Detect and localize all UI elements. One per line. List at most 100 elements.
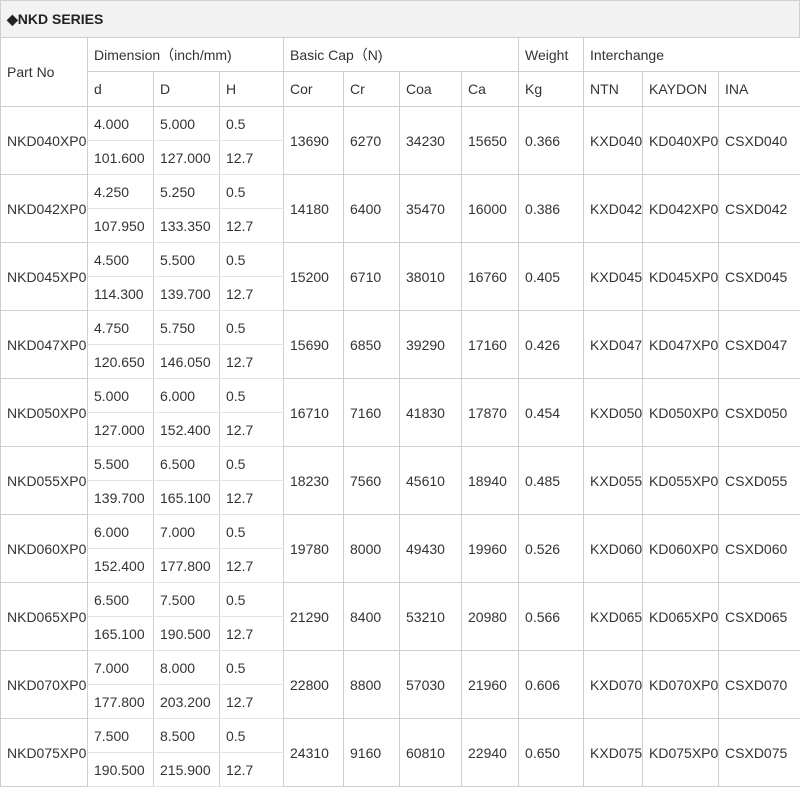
table-row: NKD040XP0 4.000 5.000 0.5 13690 6270 34230 1565…	[0, 106, 800, 175]
cor-cell: 19780	[283, 514, 344, 583]
table-row: NKD055XP0 5.500 6.500 0.5 18230 7560 45610 1894…	[0, 446, 800, 515]
cr-cell: 8000	[343, 514, 400, 583]
header-ina: INA	[718, 71, 800, 107]
table-row: NKD042XP0 4.250 5.250 0.5 14180 6400 35470 1600…	[0, 174, 800, 243]
d-inch-cell: 4.750	[87, 310, 154, 345]
series-title: ◆NKD SERIES	[0, 0, 800, 37]
D-inch-cell: 8.000	[153, 650, 220, 685]
ina-cell: CSXD042	[718, 174, 800, 243]
coa-cell: 49430	[399, 514, 462, 583]
header-ntn: NTN	[583, 71, 644, 107]
ntn-cell: KXD065	[583, 582, 644, 651]
kaydon-cell: KD060XP0	[642, 514, 720, 583]
ntn-cell: KXD042	[583, 174, 644, 243]
kaydon-cell: KD042XP0	[642, 174, 720, 243]
ina-cell: CSXD060	[718, 514, 800, 583]
d-mm-cell: 152.400	[87, 548, 154, 583]
coa-cell: 53210	[399, 582, 462, 651]
header-row-2: d D H Cor Cr Coa Ca Kg NTN KAYDON INA	[1, 71, 800, 107]
header-cr: Cr	[343, 71, 400, 107]
table-row: NKD065XP0 6.500 7.500 0.5 21290 8400 53210 2098…	[0, 582, 800, 651]
spec-table: Part No Dimension（inch/mm) Basic Cap（N) …	[0, 37, 800, 787]
d-inch-cell: 7.000	[87, 650, 154, 685]
ca-cell: 19960	[460, 514, 520, 583]
cor-cell: 13690	[283, 106, 344, 175]
part-no-cell: NKD045XP0	[0, 242, 88, 311]
part-no-cell: NKD060XP0	[0, 514, 88, 583]
cr-cell: 7560	[343, 446, 400, 515]
cr-cell: 6400	[343, 174, 400, 243]
H-mm-cell: 12.7	[219, 752, 284, 787]
kaydon-cell: KD050XP0	[642, 378, 720, 447]
D-mm-cell: 146.050	[153, 344, 220, 379]
header-kaydon: KAYDON	[642, 71, 720, 107]
ntn-cell: KXD047	[583, 310, 644, 379]
ntn-cell: KXD045	[583, 242, 644, 311]
d-mm-cell: 101.600	[87, 140, 154, 175]
d-mm-cell: 114.300	[87, 276, 154, 311]
header-kg: Kg	[518, 71, 585, 107]
ntn-cell: KXD050	[583, 378, 644, 447]
header-basic-cap: Basic Cap（N)	[282, 37, 520, 72]
D-inch-cell: 6.500	[153, 446, 220, 481]
cor-cell: 24310	[283, 718, 344, 787]
weight-cell: 0.454	[518, 378, 585, 447]
ina-cell: CSXD045	[718, 242, 800, 311]
kaydon-cell: KD040XP0	[642, 106, 720, 175]
D-mm-cell: 177.800	[153, 548, 220, 583]
part-no-cell: NKD050XP0	[0, 378, 88, 447]
kaydon-cell: KD065XP0	[642, 582, 720, 651]
D-inch-cell: 5.000	[153, 106, 220, 141]
header-row-1: Part No Dimension（inch/mm) Basic Cap（N) …	[0, 37, 800, 107]
H-inch-cell: 0.5	[219, 718, 284, 753]
kaydon-cell: KD055XP0	[642, 446, 720, 515]
header-interchange: Interchange	[583, 37, 800, 72]
D-mm-cell: 203.200	[153, 684, 220, 719]
ntn-cell: KXD055	[583, 446, 644, 515]
ca-cell: 16760	[460, 242, 520, 311]
cor-cell: 18230	[283, 446, 344, 515]
kaydon-cell: KD045XP0	[642, 242, 720, 311]
coa-cell: 38010	[399, 242, 462, 311]
d-inch-cell: 4.250	[87, 174, 154, 209]
ntn-cell: KXD060	[583, 514, 644, 583]
d-inch-cell: 6.000	[87, 514, 154, 549]
d-mm-cell: 107.950	[87, 208, 154, 243]
D-mm-cell: 127.000	[153, 140, 220, 175]
coa-cell: 34230	[399, 106, 462, 175]
coa-cell: 45610	[399, 446, 462, 515]
ca-cell: 16000	[460, 174, 520, 243]
H-inch-cell: 0.5	[219, 242, 284, 277]
cor-cell: 16710	[283, 378, 344, 447]
ina-cell: CSXD065	[718, 582, 800, 651]
H-inch-cell: 0.5	[219, 310, 284, 345]
ca-cell: 22940	[460, 718, 520, 787]
ina-cell: CSXD075	[718, 718, 800, 787]
H-mm-cell: 12.7	[219, 208, 284, 243]
weight-cell: 0.405	[518, 242, 585, 311]
H-inch-cell: 0.5	[219, 174, 284, 209]
header-ca: Ca	[460, 71, 520, 107]
cor-cell: 15690	[283, 310, 344, 379]
weight-cell: 0.485	[518, 446, 585, 515]
D-mm-cell: 133.350	[153, 208, 220, 243]
header-part-no: Part No	[0, 37, 88, 107]
cor-cell: 22800	[283, 650, 344, 719]
d-inch-cell: 6.500	[87, 582, 154, 617]
ina-cell: CSXD070	[718, 650, 800, 719]
ca-cell: 17870	[460, 378, 520, 447]
coa-cell: 41830	[399, 378, 462, 447]
D-mm-cell: 152.400	[153, 412, 220, 447]
part-no-cell: NKD055XP0	[0, 446, 88, 515]
part-no-cell: NKD047XP0	[0, 310, 88, 379]
ca-cell: 17160	[460, 310, 520, 379]
d-mm-cell: 165.100	[87, 616, 154, 651]
ntn-cell: KXD070	[583, 650, 644, 719]
cor-cell: 15200	[283, 242, 344, 311]
d-inch-cell: 4.500	[87, 242, 154, 277]
part-no-cell: NKD040XP0	[0, 106, 88, 175]
header-H: H	[219, 71, 284, 107]
header-weight: Weight	[518, 37, 585, 72]
header-d: d	[87, 71, 154, 107]
weight-cell: 0.606	[518, 650, 585, 719]
